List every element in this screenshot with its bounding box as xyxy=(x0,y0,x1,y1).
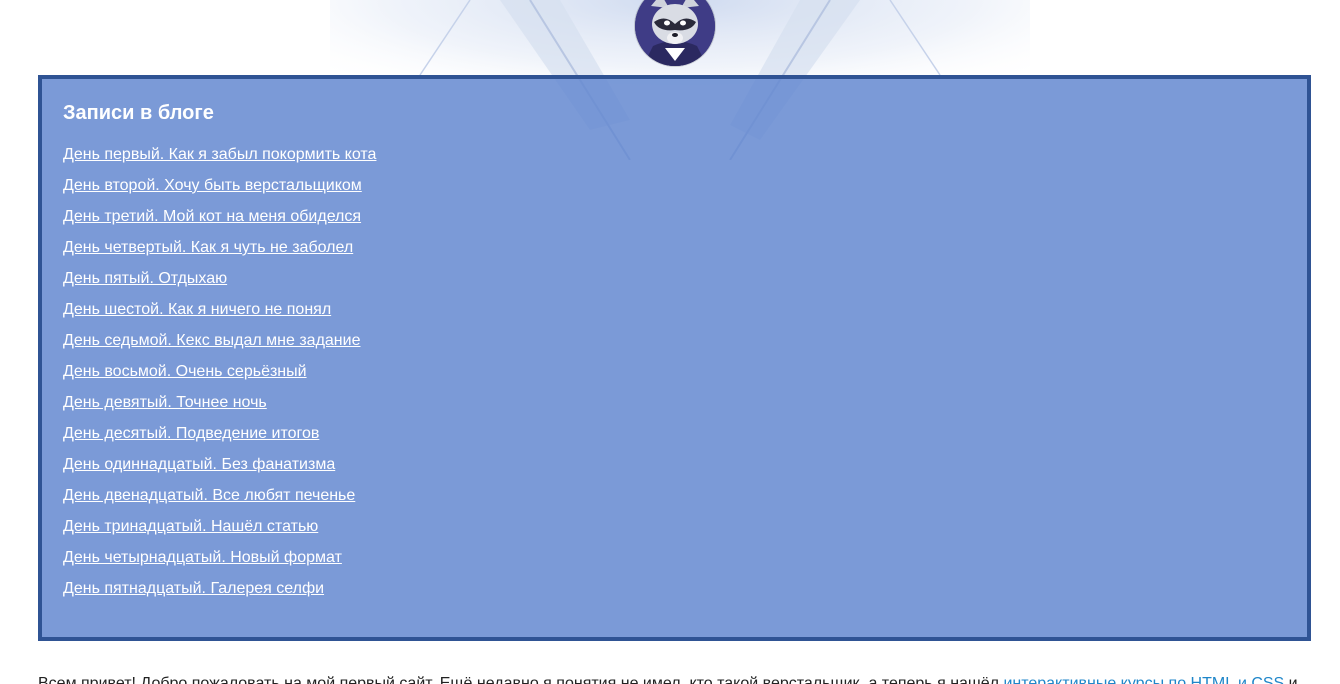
list-item: День второй. Хочу быть верстальщиком xyxy=(63,176,376,207)
list-item: День первый. Как я забыл покормить кота xyxy=(63,145,376,176)
list-item: День шестой. Как я ничего не понял xyxy=(63,300,376,331)
list-item: День четвертый. Как я чуть не заболел xyxy=(63,238,376,269)
courses-link[interactable]: интерактивные курсы по HTML и CSS xyxy=(1003,675,1284,684)
list-item: День седьмой. Кекс выдал мне задание xyxy=(63,331,376,362)
list-item: День одиннадцатый. Без фанатизма xyxy=(63,455,376,486)
blog-post-link[interactable]: День четырнадцатый. Новый формат xyxy=(63,549,342,566)
blog-post-link[interactable]: День третий. Мой кот на меня обиделся xyxy=(63,208,361,225)
blog-posts-list: День первый. Как я забыл покормить кота … xyxy=(63,145,376,610)
blog-post-link[interactable]: День восьмой. Очень серьёзный xyxy=(63,363,307,380)
blog-post-link[interactable]: День шестой. Как я ничего не понял xyxy=(63,301,331,318)
blog-post-link[interactable]: День одиннадцатый. Без фанатизма xyxy=(63,456,335,473)
intro-text: Всем привет! Добро пожаловать на мой пер… xyxy=(38,675,1004,684)
list-item: День пятнадцатый. Галерея селфи xyxy=(63,579,376,610)
blog-post-link[interactable]: День пятнадцатый. Галерея селфи xyxy=(63,580,324,597)
blog-post-link[interactable]: День девятый. Точнее ночь xyxy=(63,394,267,411)
list-item: День десятый. Подведение итогов xyxy=(63,424,376,455)
list-item: День восьмой. Очень серьёзный xyxy=(63,362,376,393)
blog-posts-panel: Записи в блоге День первый. Как я забыл … xyxy=(38,75,1311,641)
blog-post-link[interactable]: День двенадцатый. Все любят печенье xyxy=(63,487,355,504)
list-item: День девятый. Точнее ночь xyxy=(63,393,376,424)
blog-post-link[interactable]: День первый. Как я забыл покормить кота xyxy=(63,146,376,163)
blog-post-link[interactable]: День пятый. Отдыхаю xyxy=(63,270,227,287)
blog-post-link[interactable]: День десятый. Подведение итогов xyxy=(63,425,319,442)
list-item: День тринадцатый. Нашёл статью xyxy=(63,517,376,548)
list-item: День пятый. Отдыхаю xyxy=(63,269,376,300)
list-item: День двенадцатый. Все любят печенье xyxy=(63,486,376,517)
blog-post-link[interactable]: День седьмой. Кекс выдал мне задание xyxy=(63,332,360,349)
list-item: День четырнадцатый. Новый формат xyxy=(63,548,376,579)
intro-text-end: и xyxy=(1284,675,1298,684)
blog-post-link[interactable]: День второй. Хочу быть верстальщиком xyxy=(63,177,362,194)
page: Записи в блоге День первый. Как я забыл … xyxy=(0,0,1340,684)
blog-posts-title: Записи в блоге xyxy=(63,102,214,124)
raccoon-avatar-icon xyxy=(635,0,715,66)
blog-post-link[interactable]: День тринадцатый. Нашёл статью xyxy=(63,518,318,535)
blog-post-link[interactable]: День четвертый. Как я чуть не заболел xyxy=(63,239,353,256)
list-item: День третий. Мой кот на меня обиделся xyxy=(63,207,376,238)
intro-paragraph: Всем привет! Добро пожаловать на мой пер… xyxy=(38,674,1308,684)
